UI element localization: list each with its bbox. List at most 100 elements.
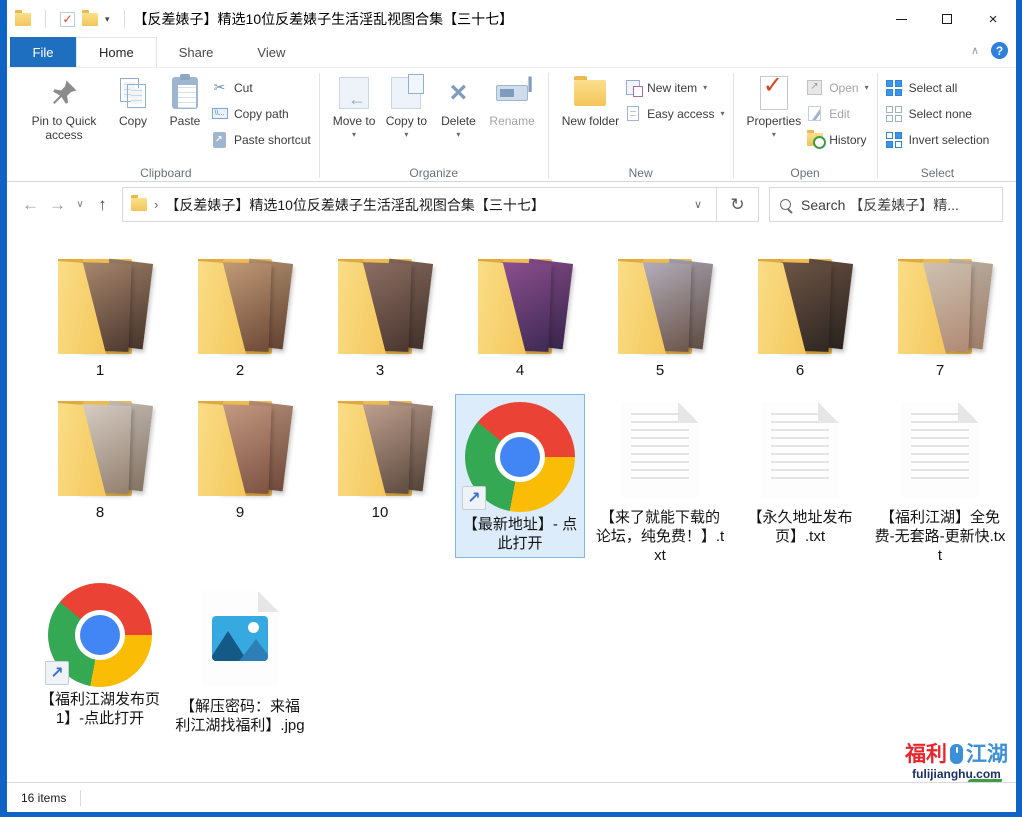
window-controls: ×: [878, 0, 1016, 38]
select-small-buttons: Select all Select none Invert selection: [886, 72, 990, 150]
search-box[interactable]: [769, 187, 1003, 222]
ribbon-tabs: File Home Share View ∧ ?: [7, 38, 1016, 68]
collapse-ribbon-icon[interactable]: ∧: [971, 44, 979, 57]
forward-icon[interactable]: →: [44, 195, 71, 215]
new-folder-button[interactable]: New folder: [557, 72, 624, 131]
file-item-folder-5[interactable]: 5: [590, 252, 730, 380]
rename-icon: [494, 75, 530, 111]
copy-to-icon: [388, 75, 424, 111]
file-label: 【最新地址】- 点此打开: [456, 515, 584, 553]
file-label: 7: [936, 361, 944, 380]
dropdown-arrow-icon: ▾: [720, 109, 724, 118]
edit-button[interactable]: Edit: [806, 103, 868, 124]
titlebar-separator: [45, 10, 46, 28]
breadcrumb[interactable]: 【反差婊子】精选10位反差婊子生活淫乱视图合集【三十七】: [165, 195, 545, 215]
file-item-jpg[interactable]: 【解压密码：来福利江湖找福利】.jpg: [170, 583, 310, 735]
select-none-button[interactable]: Select none: [886, 103, 990, 124]
file-label: 【解压密码：来福利江湖找福利】.jpg: [174, 697, 306, 735]
delete-button[interactable]: × Delete▾: [432, 72, 484, 145]
recent-locations-icon[interactable]: ∨: [71, 199, 89, 210]
grid-row-1: 1 2 3 4 5: [30, 252, 1016, 380]
refresh-button[interactable]: ↻: [717, 187, 759, 222]
customize-qat-dropdown-icon[interactable]: ▾: [105, 14, 110, 25]
maximize-button[interactable]: [924, 0, 970, 38]
search-input[interactable]: [801, 197, 992, 213]
file-item-folder-3[interactable]: 3: [310, 252, 450, 380]
group-label-open: Open: [734, 166, 877, 180]
file-label: 9: [236, 503, 244, 522]
copy-button[interactable]: Copy: [107, 72, 159, 131]
file-item-folder-6[interactable]: 6: [730, 252, 870, 380]
new-folder-quick-icon[interactable]: [82, 13, 98, 26]
easy-access-button[interactable]: Easy access ▾: [624, 103, 724, 124]
minimize-button[interactable]: [878, 0, 924, 38]
image-file-icon: [201, 591, 279, 687]
close-button[interactable]: ×: [970, 0, 1016, 38]
paste-shortcut-button[interactable]: Paste shortcut: [211, 129, 311, 150]
group-label-clipboard: Clipboard: [13, 166, 319, 180]
file-list-area[interactable]: 1 2 3 4 5: [7, 227, 1016, 782]
breadcrumb-folder-icon: [131, 198, 147, 211]
file-item-folder-2[interactable]: 2: [170, 252, 310, 380]
file-item-folder-10[interactable]: 10: [310, 394, 450, 522]
folder-icon: [602, 252, 718, 358]
file-item-folder-1[interactable]: 1: [30, 252, 170, 380]
move-to-button[interactable]: Move to▾: [328, 72, 381, 145]
tab-file[interactable]: File: [10, 37, 76, 67]
tab-view[interactable]: View: [235, 37, 307, 67]
ribbon-corner-controls: ∧ ?: [971, 42, 1008, 59]
mouse-icon: [949, 743, 964, 765]
select-all-button[interactable]: Select all: [886, 77, 990, 98]
dropdown-arrow-icon: ▾: [404, 128, 408, 142]
file-item-chrome-shortcut-2[interactable]: ↗ 【福利江湖发布页1】-点此打开: [30, 583, 170, 728]
tab-share[interactable]: Share: [157, 37, 236, 67]
file-item-folder-8[interactable]: 8: [30, 394, 170, 522]
item-count: 16 items: [21, 791, 66, 805]
watermark-cn-right: 江湖: [966, 744, 1008, 765]
address-bar[interactable]: › 【反差婊子】精选10位反差婊子生活淫乱视图合集【三十七】 ∨: [122, 187, 717, 222]
clipboard-small-buttons: ✂ Cut \\... Copy path Paste shortcut: [211, 72, 311, 150]
file-item-txt-3[interactable]: 【福利江湖】全免费-无套路-更新快.txt: [870, 394, 1010, 565]
new-folder-icon: [572, 75, 608, 111]
folder-icon: [742, 252, 858, 358]
file-item-txt-2[interactable]: 【永久地址发布页】.txt: [730, 394, 870, 546]
invert-selection-button[interactable]: Invert selection: [886, 129, 990, 150]
properties-quick-icon[interactable]: ✓: [60, 12, 75, 27]
chrome-icon: ↗: [48, 583, 152, 687]
copy-to-button[interactable]: Copy to▾: [380, 72, 432, 145]
copy-path-button[interactable]: \\... Copy path: [211, 103, 311, 124]
open-button[interactable]: Open ▾: [806, 77, 868, 98]
paste-button[interactable]: Paste: [159, 72, 211, 131]
address-dropdown-icon[interactable]: ∨: [688, 198, 708, 211]
new-item-button[interactable]: New item ▾: [624, 77, 724, 98]
watermark-domain: fulijianghu.com: [905, 768, 1008, 780]
shortcut-arrow-icon: ↗: [45, 661, 69, 685]
history-icon: [806, 131, 823, 148]
file-item-txt-1[interactable]: 【来了就能下载的论坛，纯免费！】.txt: [590, 394, 730, 565]
file-item-folder-9[interactable]: 9: [170, 394, 310, 522]
help-icon[interactable]: ?: [991, 42, 1008, 59]
file-item-folder-4[interactable]: 4: [450, 252, 590, 380]
rename-button[interactable]: Rename: [484, 72, 539, 131]
file-label: 8: [96, 503, 104, 522]
folder-icon: [182, 252, 298, 358]
cut-icon: ✂: [211, 79, 228, 96]
pin-to-quick-access-button[interactable]: Pin to Quick access: [21, 72, 107, 145]
edit-icon: [806, 105, 823, 122]
up-icon[interactable]: ↑: [89, 195, 116, 215]
file-label: 10: [372, 503, 389, 522]
back-icon[interactable]: ←: [17, 195, 44, 215]
file-item-chrome-shortcut-selected[interactable]: ↗ 【最新地址】- 点此打开: [455, 394, 585, 558]
cut-button[interactable]: ✂ Cut: [211, 77, 311, 98]
file-label: 【永久地址发布页】.txt: [734, 508, 866, 546]
titlebar: ✓ ▾ 【反差婊子】精选10位反差婊子生活淫乱视图合集【三十七】 ×: [7, 0, 1016, 38]
address-bar-row: ← → ∨ ↑ › 【反差婊子】精选10位反差婊子生活淫乱视图合集【三十七】 ∨…: [7, 182, 1016, 227]
breadcrumb-separator-icon: ›: [154, 197, 158, 212]
statusbar-separator: [80, 790, 81, 806]
properties-button[interactable]: ✓ Properties▾: [742, 72, 807, 145]
tab-home[interactable]: Home: [76, 37, 157, 67]
history-button[interactable]: History: [806, 129, 868, 150]
search-icon: [780, 199, 792, 211]
file-item-folder-7[interactable]: 7: [870, 252, 1010, 380]
shortcut-arrow-icon: ↗: [462, 486, 486, 510]
